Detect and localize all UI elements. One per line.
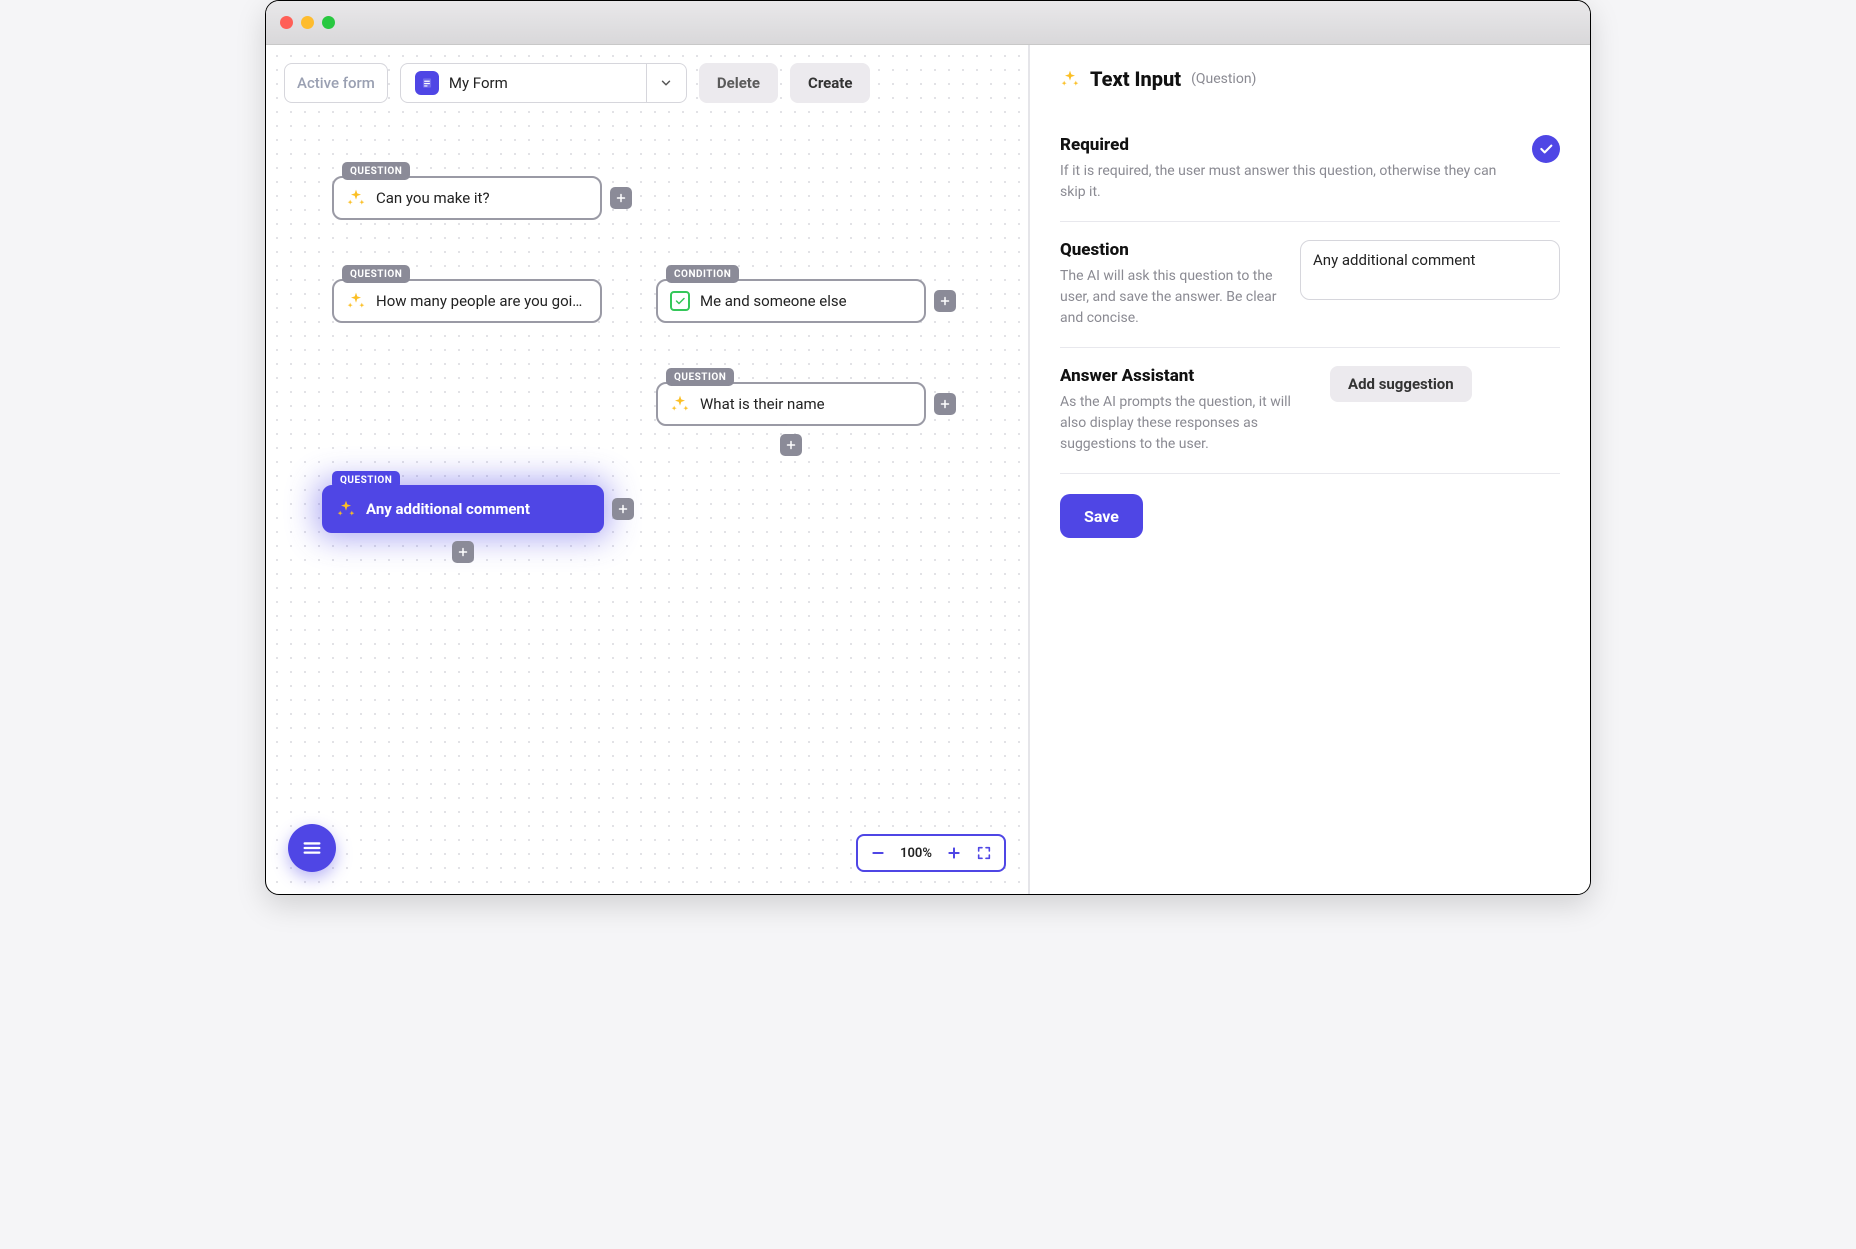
- active-form-label: Active form: [285, 74, 387, 92]
- node-text: What is their name: [700, 395, 825, 413]
- form-icon: [415, 71, 439, 95]
- form-selector[interactable]: My Form: [400, 63, 687, 103]
- traffic-lights: [280, 16, 335, 29]
- form-selector-caret[interactable]: [646, 64, 686, 102]
- form-name: My Form: [449, 74, 508, 92]
- maximize-window-button[interactable]: [322, 16, 335, 29]
- node-tag: QUESTION: [666, 368, 734, 386]
- save-button[interactable]: Save: [1060, 494, 1143, 538]
- zoom-control: 100%: [856, 834, 1006, 872]
- node-card[interactable]: How many people are you going …: [332, 279, 602, 323]
- add-branch-right[interactable]: [610, 187, 632, 209]
- node-card[interactable]: Can you make it?: [332, 176, 602, 220]
- required-label: Required: [1060, 135, 1512, 155]
- node-tag: QUESTION: [342, 162, 410, 180]
- minimize-window-button[interactable]: [301, 16, 314, 29]
- node-tag: QUESTION: [332, 471, 400, 489]
- menu-fab[interactable]: [288, 824, 336, 872]
- app-window: Active form My Form Delete Create: [265, 0, 1591, 895]
- question-input[interactable]: [1300, 240, 1560, 300]
- node-card[interactable]: Me and someone else: [656, 279, 926, 323]
- assistant-label: Answer Assistant: [1060, 366, 1310, 386]
- add-branch-bottom[interactable]: [780, 434, 802, 456]
- flow-node-condition-1: CONDITION Me and someone else: [656, 279, 926, 323]
- titlebar: [266, 1, 1590, 45]
- canvas-pane[interactable]: Active form My Form Delete Create: [266, 45, 1030, 894]
- node-text: How many people are you going …: [376, 292, 588, 310]
- sparkle-icon: [346, 291, 366, 311]
- flow-node-question-4: QUESTION Any additional comment: [322, 485, 604, 533]
- node-card[interactable]: What is their name: [656, 382, 926, 426]
- zoom-fit-button[interactable]: [974, 843, 994, 863]
- condition-icon: [670, 291, 690, 311]
- sparkle-icon: [336, 499, 356, 519]
- flow-node-question-2: QUESTION How many people are you going …: [332, 279, 602, 323]
- zoom-out-button[interactable]: [868, 843, 888, 863]
- add-branch-right[interactable]: [612, 498, 634, 520]
- close-window-button[interactable]: [280, 16, 293, 29]
- node-tag: CONDITION: [666, 265, 739, 283]
- required-toggle[interactable]: [1532, 135, 1560, 163]
- delete-button[interactable]: Delete: [699, 63, 778, 103]
- flow-node-question-1: QUESTION Can you make it?: [332, 176, 602, 220]
- canvas-toolbar: Active form My Form Delete Create: [284, 63, 870, 103]
- node-text: Me and someone else: [700, 292, 847, 310]
- assistant-desc: As the AI prompts the question, it will …: [1060, 392, 1310, 455]
- node-card-selected[interactable]: Any additional comment: [322, 485, 604, 533]
- add-suggestion-button[interactable]: Add suggestion: [1330, 366, 1472, 402]
- properties-panel: Text Input (Question) Required If it is …: [1030, 45, 1590, 894]
- panel-subtitle: (Question): [1191, 71, 1256, 87]
- node-tag: QUESTION: [342, 265, 410, 283]
- add-branch-right[interactable]: [934, 393, 956, 415]
- node-text: Can you make it?: [376, 189, 490, 207]
- sparkle-icon: [1060, 69, 1080, 89]
- active-form-chip: Active form: [284, 63, 388, 103]
- zoom-level: 100%: [898, 846, 934, 861]
- add-branch-right[interactable]: [934, 290, 956, 312]
- sparkle-icon: [346, 188, 366, 208]
- flow-node-question-3: QUESTION What is their name: [656, 382, 926, 426]
- create-button[interactable]: Create: [790, 63, 870, 103]
- question-label: Question: [1060, 240, 1280, 260]
- add-branch-bottom[interactable]: [452, 541, 474, 563]
- question-desc: The AI will ask this question to the use…: [1060, 266, 1280, 329]
- panel-title: Text Input: [1090, 67, 1181, 91]
- required-desc: If it is required, the user must answer …: [1060, 161, 1512, 203]
- sparkle-icon: [670, 394, 690, 414]
- node-text: Any additional comment: [366, 500, 530, 518]
- zoom-in-button[interactable]: [944, 843, 964, 863]
